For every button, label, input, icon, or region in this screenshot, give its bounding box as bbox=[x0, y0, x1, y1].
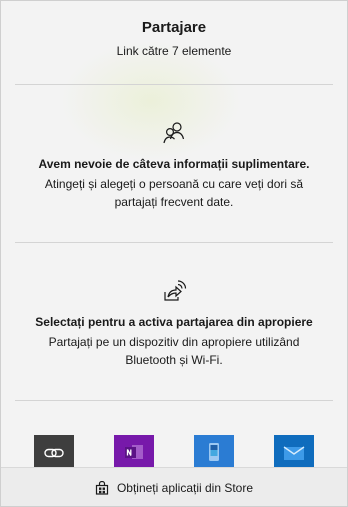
panel-title: Partajare bbox=[141, 19, 207, 36]
nearby-sharing-section[interactable]: Selectați pentru a activa partajarea din… bbox=[1, 278, 347, 369]
app-copy-link[interactable] bbox=[34, 435, 74, 467]
get-apps-label: Obțineți aplicații din Store bbox=[116, 481, 254, 495]
divider bbox=[15, 242, 333, 243]
share-panel: Partajare Link către 7 elemente Avem nev… bbox=[0, 0, 348, 507]
app-mail[interactable] bbox=[274, 435, 314, 467]
get-apps-from-store-button[interactable]: Obțineți aplicații din Store bbox=[1, 467, 347, 506]
copy-link-icon bbox=[34, 435, 74, 467]
divider bbox=[15, 400, 333, 401]
people-icon bbox=[161, 120, 187, 146]
panel-subtitle: Link către 7 elemente bbox=[116, 44, 232, 58]
mail-icon bbox=[274, 435, 314, 467]
store-bag-icon bbox=[95, 480, 109, 495]
onenote-icon bbox=[114, 435, 154, 467]
nearby-section-body: Partajați pe un dispozitiv din apropiere… bbox=[48, 335, 300, 367]
divider bbox=[15, 84, 333, 85]
app-phone[interactable] bbox=[194, 435, 234, 467]
people-section-body: Atingeți și alegeți o persoană cu care v… bbox=[44, 177, 304, 209]
app-onenote[interactable] bbox=[114, 435, 154, 467]
people-section-title: Avem nevoie de câteva informații suplime… bbox=[38, 157, 310, 171]
nearby-share-icon bbox=[161, 278, 187, 304]
app-list bbox=[1, 435, 347, 467]
people-section[interactable]: Avem nevoie de câteva informații suplime… bbox=[1, 120, 347, 211]
phone-app-icon bbox=[194, 435, 234, 467]
nearby-section-title: Selectați pentru a activa partajarea din… bbox=[35, 315, 313, 329]
